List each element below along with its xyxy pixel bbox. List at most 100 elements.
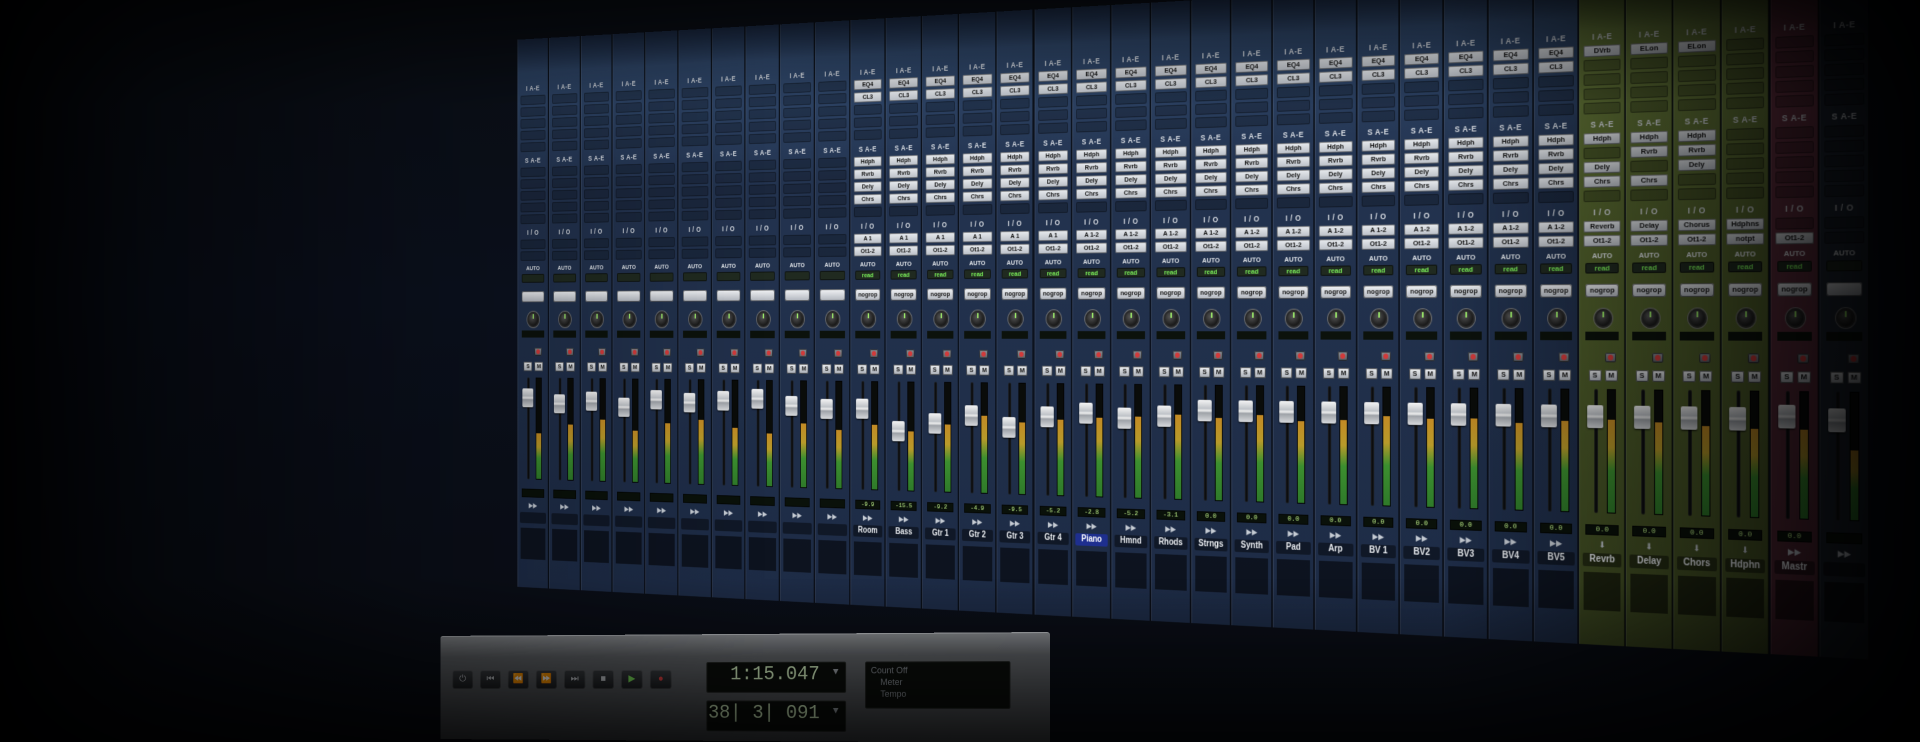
group-selector[interactable] xyxy=(784,289,810,302)
record-enable-button[interactable] xyxy=(730,348,739,357)
insert-slot[interactable] xyxy=(1583,72,1621,86)
output-selector[interactable]: Ot1-2 xyxy=(1276,239,1310,251)
send-slot[interactable] xyxy=(520,202,546,213)
track-name[interactable]: BV 1 xyxy=(1360,544,1397,559)
send-slot[interactable] xyxy=(1538,190,1575,204)
automation-mode-selector[interactable]: read xyxy=(1776,260,1813,272)
insert-slot[interactable] xyxy=(1538,103,1575,117)
pan-knob[interactable] xyxy=(1123,310,1140,328)
fast-forward-button[interactable]: ⏩ xyxy=(535,670,557,689)
input-selector[interactable]: A 1-2 xyxy=(1194,227,1227,239)
send-slot[interactable] xyxy=(520,178,546,189)
pan-knob[interactable] xyxy=(1688,308,1707,328)
send-slot[interactable] xyxy=(615,211,642,223)
send-slot[interactable]: Hdph xyxy=(1492,135,1529,148)
group-selector[interactable]: nogrop xyxy=(855,288,881,301)
insert-slot[interactable] xyxy=(1235,101,1269,114)
send-slot[interactable] xyxy=(1774,155,1815,169)
solo-button[interactable]: S xyxy=(587,362,596,372)
insert-slot[interactable] xyxy=(1583,101,1621,115)
send-slot[interactable] xyxy=(1726,171,1765,185)
send-slot[interactable]: Hdph xyxy=(1235,143,1269,156)
send-slot[interactable]: Chrs xyxy=(889,193,919,204)
pan-knob[interactable] xyxy=(558,311,572,328)
send-slot[interactable] xyxy=(551,201,578,212)
insert-slot[interactable] xyxy=(1630,99,1668,113)
send-slot[interactable]: Rvrb xyxy=(1076,162,1107,174)
insert-slot[interactable] xyxy=(1774,79,1815,93)
insert-slot[interactable] xyxy=(1824,77,1865,92)
volume-fader[interactable] xyxy=(1778,404,1796,429)
send-slot[interactable] xyxy=(1630,159,1668,173)
insert-slot[interactable] xyxy=(749,133,777,145)
output-selector[interactable]: notpt xyxy=(1726,232,1765,246)
record-enable-button[interactable] xyxy=(834,349,843,358)
automation-mode-selector[interactable] xyxy=(584,273,608,283)
send-slot[interactable]: Rvrb xyxy=(1677,143,1716,157)
send-slot[interactable] xyxy=(749,171,777,183)
track-name[interactable]: Arp xyxy=(1317,542,1354,557)
send-slot[interactable]: Rvrb xyxy=(1538,148,1575,161)
insert-slot[interactable] xyxy=(520,141,546,153)
mute-button[interactable]: M xyxy=(869,364,880,375)
volume-fader[interactable] xyxy=(1157,405,1172,428)
insert-slot[interactable] xyxy=(1000,97,1030,110)
insert-slot[interactable] xyxy=(1726,81,1765,95)
output-selector[interactable] xyxy=(615,249,642,260)
insert-slot[interactable] xyxy=(1630,70,1668,85)
insert-slot[interactable] xyxy=(925,113,955,126)
output-selector[interactable] xyxy=(681,248,708,259)
solo-button[interactable]: S xyxy=(523,361,533,372)
send-slot[interactable]: Rvrb xyxy=(1318,154,1353,167)
send-slot[interactable]: Chrs xyxy=(1583,175,1621,188)
send-slot[interactable]: Dely xyxy=(1538,162,1575,175)
insert-slot[interactable] xyxy=(615,114,642,125)
insert-slot[interactable] xyxy=(783,94,811,106)
mute-button[interactable]: M xyxy=(764,363,774,374)
send-slot[interactable] xyxy=(520,167,546,178)
track-name[interactable] xyxy=(615,515,643,528)
track-name[interactable]: Piano xyxy=(1075,533,1108,547)
volume-fader[interactable] xyxy=(1040,406,1054,428)
insert-slot[interactable] xyxy=(1276,86,1310,99)
insert-slot[interactable]: CL3 xyxy=(962,86,993,99)
send-slot[interactable] xyxy=(749,184,777,195)
track-name[interactable] xyxy=(647,516,676,530)
mute-button[interactable]: M xyxy=(1651,370,1665,382)
group-selector[interactable] xyxy=(716,289,741,302)
mute-button[interactable]: M xyxy=(730,363,740,374)
send-slot[interactable] xyxy=(583,188,610,200)
insert-slot[interactable] xyxy=(1076,120,1107,133)
output-selector[interactable]: Ot1-2 xyxy=(1448,236,1484,249)
track-name[interactable] xyxy=(551,513,578,526)
send-slot[interactable] xyxy=(889,205,919,217)
insert-slot[interactable] xyxy=(1361,110,1396,123)
send-slot[interactable] xyxy=(1726,127,1765,141)
input-selector[interactable]: A 1 xyxy=(853,233,882,244)
send-slot[interactable]: Rvrb xyxy=(1630,145,1668,158)
track-name[interactable] xyxy=(714,519,743,532)
automation-mode-selector[interactable]: read xyxy=(1001,268,1029,279)
pan-knob[interactable] xyxy=(623,311,636,328)
send-slot[interactable] xyxy=(853,206,882,218)
track-name[interactable]: BV5 xyxy=(1537,550,1576,566)
record-enable-button[interactable] xyxy=(663,348,672,357)
track-name[interactable] xyxy=(817,523,847,537)
mute-button[interactable]: M xyxy=(1699,370,1713,383)
insert-slot[interactable] xyxy=(715,122,742,134)
solo-button[interactable]: S xyxy=(787,363,797,374)
group-selector[interactable] xyxy=(553,290,576,303)
group-selector[interactable]: nogrop xyxy=(927,288,954,301)
insert-slot[interactable] xyxy=(1492,90,1529,104)
record-button[interactable]: ● xyxy=(649,669,672,689)
send-slot[interactable] xyxy=(962,204,993,215)
input-selector[interactable] xyxy=(818,234,847,245)
automation-mode-selector[interactable]: read xyxy=(1077,268,1106,278)
send-slot[interactable] xyxy=(1824,184,1865,198)
send-slot[interactable] xyxy=(615,199,642,211)
record-enable-button[interactable] xyxy=(1254,351,1264,361)
send-slot[interactable]: Dely xyxy=(1361,167,1396,180)
solo-button[interactable]: S xyxy=(1731,370,1745,383)
send-slot[interactable]: Hdph xyxy=(1276,142,1310,155)
automation-mode-selector[interactable]: read xyxy=(1278,265,1309,277)
